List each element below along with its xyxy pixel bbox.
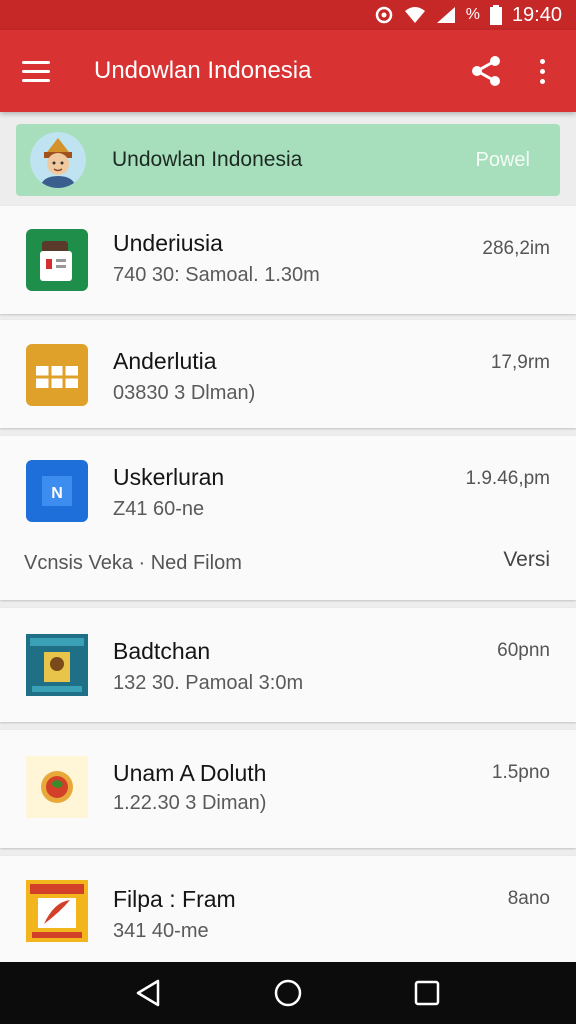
banner-action-button[interactable]: Powel <box>476 149 530 172</box>
back-icon[interactable] <box>129 973 169 1013</box>
list-item[interactable]: Anderlutia 03830 3 Dlman) 17,9rm <box>0 320 576 428</box>
item-subtitle: 03830 3 Dlman) <box>113 382 256 404</box>
item-size: 60pnn <box>497 640 550 661</box>
list-item[interactable]: Unam A Doluth 1.22.30 3 Diman) 1.5pno <box>0 730 576 848</box>
item-details-line: Vcnsis Veka · Ned Filom <box>24 552 242 574</box>
item-size: 286,2im <box>482 238 550 259</box>
home-icon[interactable] <box>268 973 308 1013</box>
banner-title: Undowlan Indonesia <box>112 148 303 171</box>
menu-icon[interactable] <box>22 60 62 82</box>
wifi-icon <box>404 6 426 24</box>
list-item[interactable]: Underiusia 740 30: Samoal. 1.30m 286,2im <box>0 206 576 314</box>
battery-percent-label: % <box>465 6 480 23</box>
list-item-expanded[interactable]: N Uskerluran Z41 60-ne 1.9.46,pm Vcnsis … <box>0 436 576 600</box>
item-name: Filpa : Fram <box>113 886 236 912</box>
version-button[interactable]: Versi <box>503 548 550 572</box>
food-icon <box>24 754 90 820</box>
document-app-icon: N <box>24 458 90 524</box>
item-subtitle: Z41 60-ne <box>113 498 205 520</box>
item-subtitle: 132 30. Pamoal 3:0m <box>113 672 304 694</box>
avatar <box>30 132 86 188</box>
item-subtitle: 740 30: Samoal. 1.30m <box>113 264 320 286</box>
hotspot-icon <box>374 5 394 25</box>
list-item[interactable]: Filpa : Fram 341 40-me 8ano <box>0 856 576 962</box>
item-subtitle: 1.22.30 3 Diman) <box>113 792 267 814</box>
book-cover-icon <box>24 878 90 944</box>
app-bar: Undowlan Indonesia <box>0 30 576 112</box>
item-size: 1.9.46,pm <box>465 468 551 489</box>
list-item[interactable]: Badtchan 132 30. Pamoal 3:0m 60pnn <box>0 608 576 722</box>
status-time: 19:40 <box>511 3 562 26</box>
spreadsheet-app-icon <box>24 227 90 293</box>
item-name: Anderlutia <box>113 348 217 374</box>
account-banner[interactable]: Undowlan Indonesia Powel <box>16 124 560 196</box>
table-app-icon <box>24 342 90 408</box>
item-size: 17,9rm <box>490 352 550 373</box>
status-bar: % 19:40 <box>0 0 576 30</box>
item-size: 8ano <box>507 888 550 909</box>
system-nav-bar <box>0 962 576 1024</box>
share-icon[interactable] <box>466 51 506 91</box>
item-name: Unam A Doluth <box>113 760 267 786</box>
svg-text:N: N <box>51 485 63 502</box>
item-name: Uskerluran <box>113 464 225 490</box>
item-name: Underiusia <box>113 230 223 256</box>
item-subtitle: 341 40-me <box>113 920 209 942</box>
recents-icon[interactable] <box>407 973 447 1013</box>
app-title: Undowlan Indonesia <box>94 57 312 84</box>
item-size: 1.5pno <box>491 762 550 783</box>
signal-icon <box>436 6 456 24</box>
book-cover-icon <box>24 632 90 698</box>
more-vert-icon[interactable] <box>530 58 554 84</box>
battery-icon <box>489 5 502 25</box>
item-name: Badtchan <box>113 638 211 664</box>
